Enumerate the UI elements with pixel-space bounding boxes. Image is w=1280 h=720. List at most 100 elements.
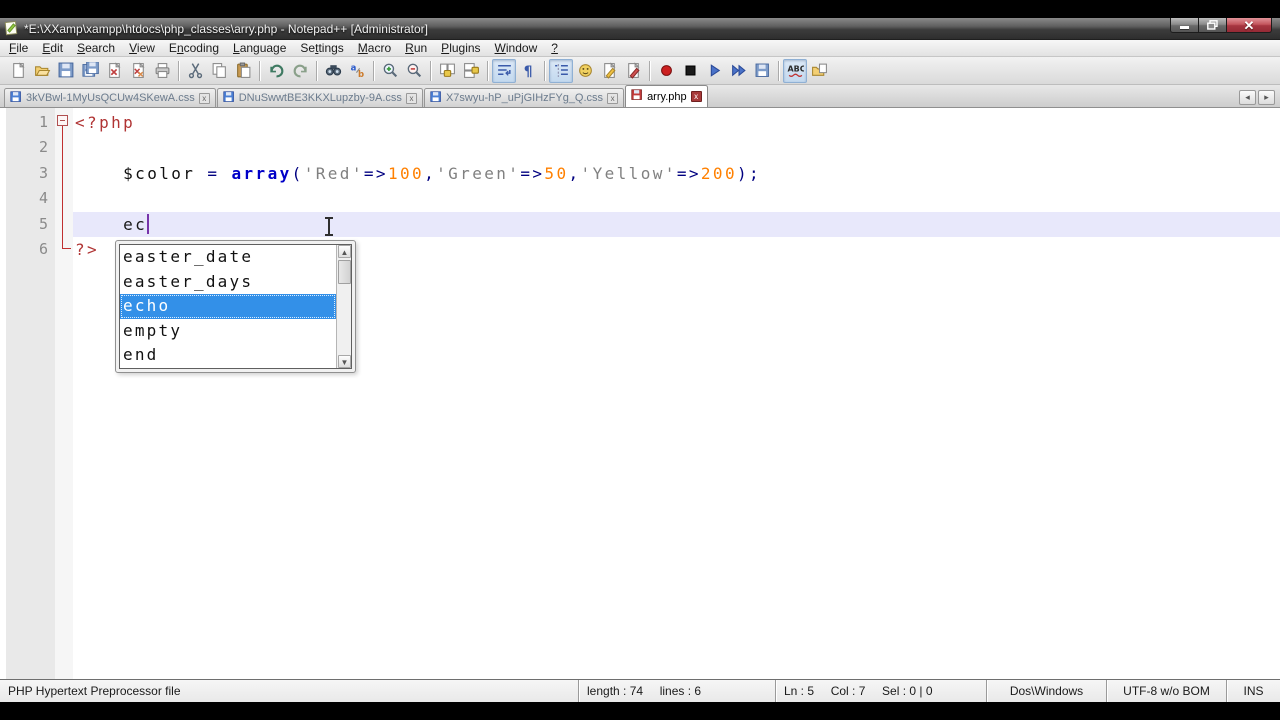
sync-horizontal-scroll-button[interactable]: [459, 59, 483, 83]
top-black-strip: [0, 0, 1280, 18]
macro-stop-button[interactable]: [678, 59, 702, 83]
tab-scroll-right-button[interactable]: ▸: [1258, 90, 1275, 105]
macro-play-button[interactable]: [702, 59, 726, 83]
code-line-5[interactable]: 5 ec: [0, 212, 1280, 237]
scroll-down-icon[interactable]: ▼: [338, 355, 351, 368]
menu-item-window[interactable]: Window: [488, 40, 545, 56]
minimize-icon: [1180, 25, 1189, 29]
document-map-button[interactable]: [597, 59, 621, 83]
function-list-button[interactable]: [621, 59, 645, 83]
autocomplete-item-empty[interactable]: empty: [120, 319, 336, 344]
scroll-up-icon[interactable]: ▲: [338, 245, 351, 258]
tab-scroll-left-button[interactable]: ◂: [1239, 90, 1256, 105]
menu-item-view[interactable]: View: [122, 40, 162, 56]
autocomplete-item-easter_days[interactable]: easter_days: [120, 270, 336, 295]
toolbar-group: ABC: [783, 58, 831, 83]
menu-item-edit[interactable]: Edit: [35, 40, 70, 56]
autocomplete-popup: easter_date easter_days echo empty end ▲ ▼: [115, 240, 356, 373]
menu-item-run[interactable]: Run: [398, 40, 434, 56]
spell-check-button[interactable]: ABC: [783, 58, 807, 83]
paste-button[interactable]: [231, 59, 255, 83]
code-line-1[interactable]: 1 <?php: [0, 110, 1280, 135]
open-file-icon: [34, 66, 50, 76]
menu-item-file[interactable]: File: [2, 40, 35, 56]
tab-close-icon[interactable]: x: [405, 92, 417, 104]
redo-button[interactable]: [288, 59, 312, 83]
save-button[interactable]: [54, 59, 78, 83]
tab-x7swyu-hp-upjgihzfyg-q.css[interactable]: X7swyu-hP_uPjGIHzFYg_Q.css x: [423, 88, 625, 107]
restore-button[interactable]: [1199, 18, 1227, 33]
code-line-3[interactable]: 3 $color = array('Red'=>100,'Green'=>50,…: [0, 161, 1280, 186]
show-indent-guide-button[interactable]: [549, 58, 573, 83]
find-button[interactable]: [321, 59, 345, 83]
menu-item-search[interactable]: Search: [70, 40, 122, 56]
toolbar-group: [264, 59, 312, 83]
scrollbar-thumb[interactable]: [338, 260, 351, 284]
status-bar: PHP Hypertext Preprocessor file length : …: [0, 679, 1280, 702]
sync-vertical-scroll-button[interactable]: [435, 59, 459, 83]
menu-item-language[interactable]: Language: [226, 40, 293, 56]
macro-run-multiple-button[interactable]: [726, 59, 750, 83]
tab-close-icon[interactable]: x: [198, 92, 210, 104]
word-wrap-button[interactable]: [492, 58, 516, 83]
close-button[interactable]: ✕: [1227, 18, 1272, 33]
undo-button[interactable]: [264, 59, 288, 83]
autocomplete-item-end[interactable]: end: [120, 343, 336, 368]
cut-button[interactable]: [183, 59, 207, 83]
open-file-button[interactable]: [30, 59, 54, 83]
user-defined-language-button[interactable]: [573, 59, 597, 83]
code-line-4[interactable]: 4: [0, 186, 1280, 211]
tab-dnuswwtbe3kkxlupzby-9a.css[interactable]: DNuSwwtBE3KKXLupzby-9A.css x: [216, 88, 423, 107]
macro-record-button[interactable]: [654, 59, 678, 83]
find-icon: [325, 65, 341, 76]
autocomplete-item-echo[interactable]: echo: [120, 294, 336, 319]
notepad-plus-plus-window: *E:\XXamp\xampp\htdocs\php_classes\arry.…: [0, 0, 1280, 720]
saved-file-icon: [10, 90, 22, 106]
document-switcher-button[interactable]: [807, 59, 831, 83]
toolbar-separator: [649, 60, 650, 81]
mouse-ibeam-cursor: [325, 217, 333, 236]
restore-icon: [1207, 20, 1218, 30]
new-file-button[interactable]: [6, 59, 30, 83]
copy-button[interactable]: [207, 59, 231, 83]
minimize-button[interactable]: [1170, 18, 1199, 33]
menu-item-settings[interactable]: Settings: [293, 40, 350, 56]
menu-bar: File Edit Search View Encoding Language Settin…: [0, 40, 1280, 57]
show-all-characters-button[interactable]: ¶: [516, 59, 540, 83]
code-line-2[interactable]: 2: [0, 135, 1280, 160]
document-switcher-icon: [811, 63, 827, 76]
tab-3kvbwl-1myusqcuw4skewa.css[interactable]: 3kVBwl-1MyUsQCUw4SKewA.css x: [4, 88, 216, 107]
tab-close-icon[interactable]: x: [690, 91, 702, 102]
line-number: 1: [38, 113, 48, 131]
zoom-in-button[interactable]: [378, 59, 402, 83]
tab-arry.php[interactable]: arry.php x: [625, 85, 708, 107]
macro-save-icon: [755, 63, 769, 77]
title-bar: *E:\XXamp\xampp\htdocs\php_classes\arry.…: [0, 18, 1280, 40]
save-all-button[interactable]: [78, 59, 102, 83]
replace-button[interactable]: ab: [345, 59, 369, 83]
macro-save-button[interactable]: [750, 59, 774, 83]
close-all-button[interactable]: [126, 59, 150, 83]
toolbar-group: [654, 59, 774, 83]
caption-buttons: ✕: [1170, 18, 1272, 33]
save-all-icon: [81, 62, 99, 77]
menu-item-macro[interactable]: Macro: [351, 40, 398, 56]
editor-pane[interactable]: 1 <?php 2 3 $color = array('Red'=>100,'Gree…: [0, 108, 1280, 679]
code-segment: 200: [700, 163, 737, 183]
close-button[interactable]: [102, 59, 126, 83]
tab-scroll-buttons: ◂ ▸: [1239, 90, 1275, 105]
menu-item-encoding[interactable]: Encoding: [162, 40, 226, 56]
code-segment: =>: [520, 163, 545, 183]
toolbar-separator: [430, 60, 431, 81]
autocomplete-item-easter_date[interactable]: easter_date: [120, 245, 336, 270]
autocomplete-scrollbar[interactable]: ▲ ▼: [336, 245, 351, 368]
zoom-out-button[interactable]: [402, 59, 426, 83]
code-segment: 100: [387, 163, 425, 183]
toolbar-separator: [316, 60, 317, 81]
text-caret: [147, 213, 150, 234]
tab-close-icon[interactable]: x: [607, 92, 619, 104]
toolbar-group: ¶: [492, 58, 540, 83]
print-button[interactable]: [150, 59, 174, 83]
menu-item-plugins[interactable]: Plugins: [434, 40, 487, 56]
menu-item-?[interactable]: ?: [544, 40, 565, 56]
